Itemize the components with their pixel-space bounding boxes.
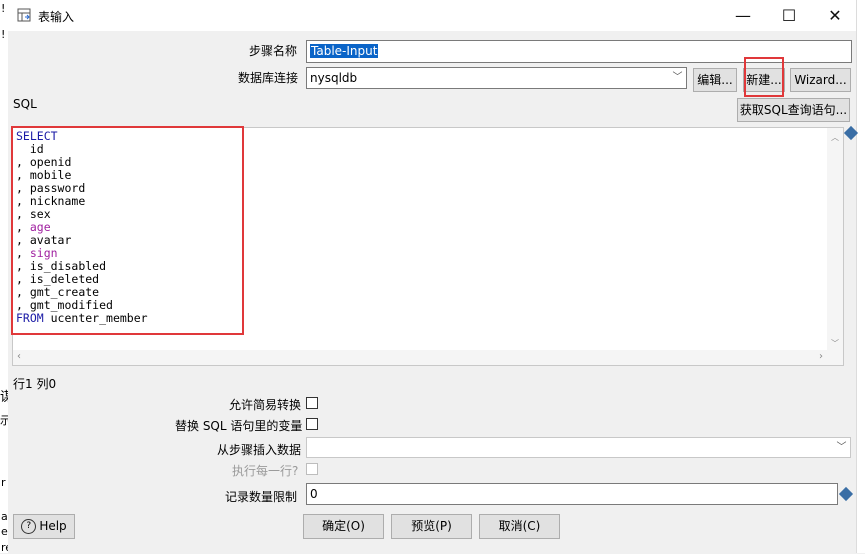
db-connection-select[interactable]: nysqldb ﹀ xyxy=(306,67,687,89)
help-button[interactable]: ? Help xyxy=(13,514,75,539)
scroll-up-icon[interactable]: ︿ xyxy=(831,132,839,143)
db-connection-value: nysqldb xyxy=(310,71,358,85)
limit-value: 0 xyxy=(310,487,318,501)
execute-each-row-checkbox[interactable] xyxy=(306,463,318,475)
sql-identifier: openid xyxy=(29,155,72,169)
sql-label: SQL xyxy=(13,97,37,111)
sql-prefix: , xyxy=(16,272,30,286)
vertical-scrollbar[interactable]: ︿ ﹀ xyxy=(827,128,843,351)
sql-editor[interactable]: SELECT id, openid, mobile, password, nic… xyxy=(12,127,844,366)
sql-keyword: FROM xyxy=(16,311,44,325)
sql-identifier: mobile xyxy=(29,168,72,182)
insert-from-step-label: 从步骤插入数据 xyxy=(217,443,302,457)
ok-button[interactable]: 确定(O) xyxy=(303,514,384,539)
sql-identifier: id xyxy=(29,142,44,156)
table-input-icon xyxy=(17,8,31,22)
sql-prefix: , xyxy=(16,181,30,195)
scroll-left-icon[interactable]: ‹ xyxy=(17,351,21,362)
sql-identifier: sex xyxy=(29,207,51,221)
limit-label: 记录数量限制 xyxy=(225,490,298,504)
step-name-value: Table-Input xyxy=(310,44,379,58)
minimize-button[interactable]: — xyxy=(720,0,766,31)
maximize-button[interactable]: ☐ xyxy=(766,0,812,31)
get-sql-button[interactable]: 获取SQL查询语句... xyxy=(737,98,850,122)
sql-identifier: ucenter_member xyxy=(43,311,148,325)
execute-each-row-label: 执行每一行? xyxy=(232,464,299,478)
close-button[interactable]: ✕ xyxy=(812,0,858,31)
help-button-label: Help xyxy=(39,519,67,533)
wizard-button[interactable]: Wizard... xyxy=(790,68,851,92)
sql-identifier: is_deleted xyxy=(29,272,100,286)
sql-identifier: gmt_modified xyxy=(29,298,113,312)
bg-fragment: a xyxy=(1,510,8,523)
sql-prefix: , xyxy=(16,285,30,299)
sql-identifier: is_disabled xyxy=(29,259,107,273)
sql-prefix: , xyxy=(16,194,30,208)
bg-fragment: ! xyxy=(1,2,6,15)
replace-variables-checkbox[interactable] xyxy=(306,418,318,430)
bg-fragment: e xyxy=(1,525,8,538)
sql-prefix: , xyxy=(16,246,30,260)
step-name-label: 步骤名称 xyxy=(249,44,298,58)
cancel-button[interactable]: 取消(C) xyxy=(479,514,560,539)
sql-prefix: , xyxy=(16,207,30,221)
sql-prefix: , xyxy=(16,220,30,234)
sql-identifier: gmt_create xyxy=(29,285,100,299)
edit-connection-button[interactable]: 编辑... xyxy=(693,68,737,92)
bg-fragment: ! xyxy=(1,28,6,41)
chevron-down-icon: ﹀ xyxy=(836,442,847,453)
lazy-conversion-checkbox[interactable] xyxy=(306,397,318,409)
sql-prefix: , xyxy=(16,155,30,169)
horizontal-scrollbar[interactable]: ‹ › xyxy=(13,350,843,365)
sql-prefix: , xyxy=(16,259,30,273)
help-icon: ? xyxy=(21,519,37,534)
new-connection-button[interactable]: 新建... xyxy=(743,68,785,92)
sql-prefix: , xyxy=(16,233,30,247)
chevron-down-icon: ﹀ xyxy=(672,72,683,83)
scroll-right-icon[interactable]: › xyxy=(819,351,823,362)
background-app-right xyxy=(856,0,865,553)
preview-button[interactable]: 预览(P) xyxy=(391,514,472,539)
sql-line: FROM ucenter_member xyxy=(16,312,148,325)
insert-from-step-select[interactable]: ﹀ xyxy=(306,437,851,458)
replace-variables-label: 替换 SQL 语句里的变量 xyxy=(175,419,303,433)
step-name-input[interactable]: Table-Input xyxy=(306,40,852,63)
sql-identifier: nickname xyxy=(29,194,86,208)
sql-keyword: SELECT xyxy=(16,129,58,143)
sql-code[interactable]: SELECT id, openid, mobile, password, nic… xyxy=(16,130,148,325)
limit-input[interactable]: 0 xyxy=(306,483,838,505)
scroll-down-icon[interactable]: ﹀ xyxy=(831,338,839,349)
lazy-conversion-label: 允许简易转换 xyxy=(229,398,302,412)
sql-identifier: avatar xyxy=(29,233,72,247)
sql-function: age xyxy=(29,220,51,234)
db-connection-label: 数据库连接 xyxy=(238,71,299,85)
window-title: 表输入 xyxy=(38,10,75,24)
sql-prefix: , xyxy=(16,168,30,182)
sql-prefix xyxy=(16,142,30,156)
bg-fragment: r xyxy=(1,476,6,489)
cursor-position: 行1 列0 xyxy=(13,377,57,391)
sql-function: sign xyxy=(29,246,58,260)
sql-prefix: , xyxy=(16,298,30,312)
sql-identifier: password xyxy=(29,181,86,195)
